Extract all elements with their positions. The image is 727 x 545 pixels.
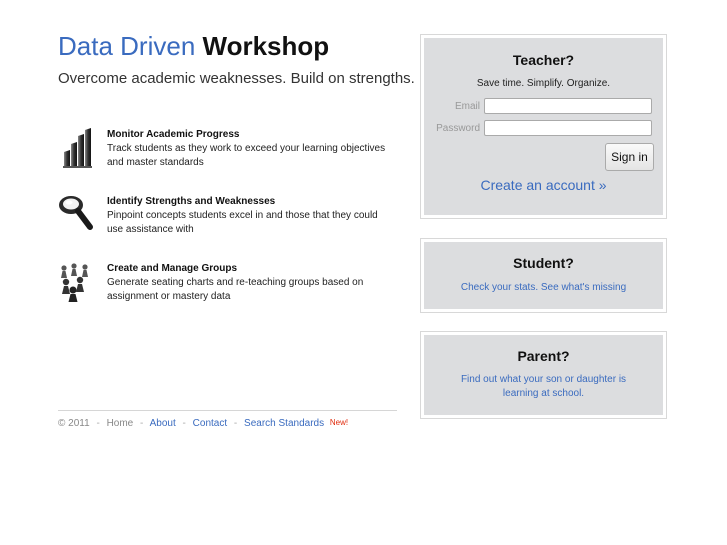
footer-separator: - (140, 418, 144, 429)
teacher-panel: Teacher? Save time. Simplify. Organize. … (420, 34, 667, 219)
feature-title: Monitor Academic Progress (107, 129, 240, 140)
footer-link-contact[interactable]: Contact (193, 418, 227, 429)
copyright: © 2011 (58, 418, 90, 429)
password-label: Password (436, 123, 480, 134)
footer-separator: - (96, 418, 100, 429)
email-label: Email (454, 101, 480, 112)
parent-title: Parent? (517, 348, 570, 364)
footer-separator: - (233, 418, 238, 429)
create-account-link[interactable]: Create an account » (424, 177, 663, 193)
feature-title: Identify Strengths and Weaknesses (107, 196, 276, 207)
teacher-subtitle: Save time. Simplify. Organize. (476, 78, 611, 89)
brand-name-light: Data Driven (58, 31, 196, 61)
email-row: Email (424, 98, 663, 116)
new-badge: New! (329, 418, 349, 427)
feature-description: Pinpoint concepts students excel in and … (107, 210, 378, 235)
feature-description: Generate seating charts and re-teaching … (107, 277, 364, 302)
site-logo[interactable]: Data Driven Workshop (58, 30, 329, 62)
feature-title: Create and Manage Groups (107, 263, 238, 274)
tagline: Overcome academic weaknesses. Build on s… (58, 70, 415, 87)
footer-link-home[interactable]: Home (107, 418, 134, 429)
footer-link-about[interactable]: About (150, 418, 176, 429)
parent-info-link[interactable]: Find out what your son or daughter is le… (424, 373, 663, 401)
feature-description: Track students as they work to exceed yo… (107, 143, 386, 168)
sign-in-button[interactable]: Sign in (605, 143, 654, 171)
password-row: Password (424, 120, 663, 138)
bar-chart-icon (63, 128, 92, 168)
brand-name-bold: Workshop (202, 31, 330, 61)
magnifier-icon (59, 196, 93, 230)
student-stats-link[interactable]: Check your stats. See what's missing (424, 281, 663, 295)
parent-link-line-1: Find out what your son or daughter is (460, 374, 627, 385)
student-title: Student? (513, 255, 574, 271)
teacher-title: Teacher? (512, 52, 575, 68)
group-pawns-icon (61, 263, 88, 302)
password-field[interactable] (484, 120, 652, 136)
parent-panel: Parent? Find out what your son or daught… (420, 331, 667, 419)
parent-link-line-2: learning at school. (502, 388, 585, 399)
footer-link-search-standards[interactable]: Search Standards (244, 418, 324, 429)
email-field[interactable] (484, 98, 652, 114)
footer-separator: - (182, 418, 186, 429)
footer: © 2011 - Home - About - Contact - Search… (58, 410, 397, 429)
student-panel: Student? Check your stats. See what's mi… (420, 238, 667, 313)
